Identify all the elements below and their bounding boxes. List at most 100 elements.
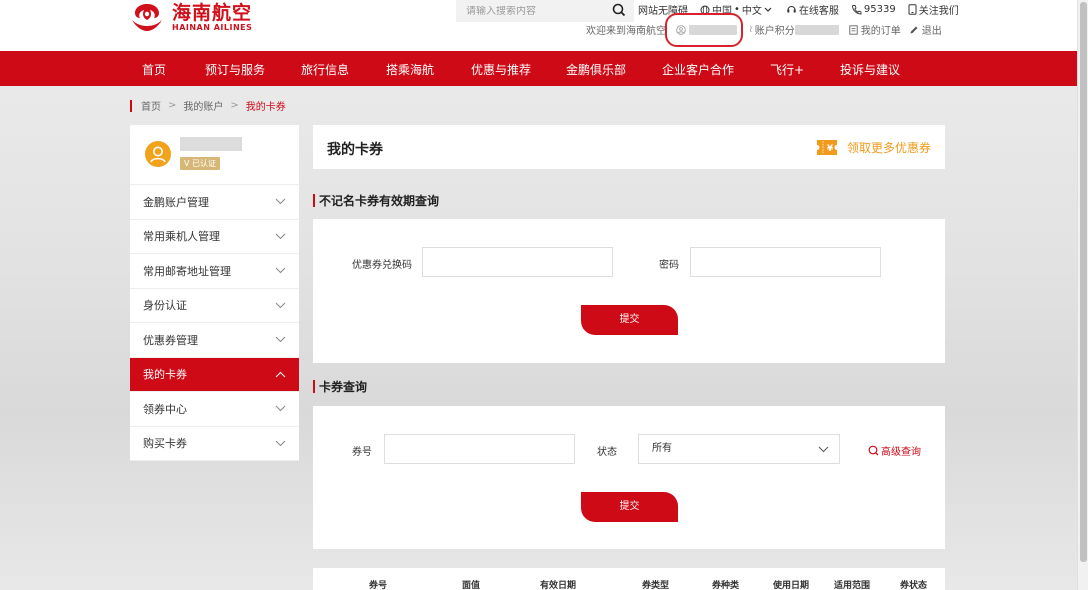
sidebar-item-coupon-center[interactable]: 领券中心 bbox=[130, 392, 299, 427]
chevron-down-icon bbox=[275, 233, 286, 239]
follow-us-link[interactable]: 关注我们 bbox=[908, 2, 959, 17]
code-label: 优惠券兑换码 bbox=[352, 260, 412, 271]
coupon-query-section-title: 卡券查询 bbox=[313, 378, 367, 395]
scrollbar-thumb[interactable] bbox=[1080, 2, 1087, 562]
welcome-text: 欢迎来到海南航空 bbox=[586, 26, 666, 37]
nav-item-booking[interactable]: 预订与服务 bbox=[205, 61, 265, 78]
coupon-number-input[interactable] bbox=[384, 434, 575, 464]
top-header: 海南航空 HAINAN AILINES 网站无障碍 中国 • 中文 在线客服 9… bbox=[0, 0, 1077, 51]
password-input[interactable] bbox=[690, 247, 881, 277]
phone-link[interactable]: 95339 bbox=[851, 4, 896, 15]
main-nav: 首页 预订与服务 旅行信息 搭乘海航 优惠与推荐 金鹏俱乐部 企业客户合作 飞行… bbox=[0, 51, 1077, 86]
logo-title: 海南航空 bbox=[172, 2, 253, 24]
points-icon: ≀ bbox=[749, 24, 753, 35]
nav-item-complaints[interactable]: 投诉与建议 bbox=[840, 61, 900, 78]
column-header-face-value: 面值 bbox=[462, 581, 481, 590]
chevron-down-icon bbox=[275, 405, 286, 412]
sidebar-item-coupon-management[interactable]: 优惠券管理 bbox=[130, 323, 299, 358]
status-label: 状态 bbox=[597, 447, 617, 458]
coupon-icon: ¥ bbox=[816, 140, 837, 155]
logo[interactable]: 海南航空 HAINAN AILINES bbox=[128, 2, 252, 34]
column-header-number: 券号 bbox=[369, 581, 388, 590]
my-orders-link[interactable]: 我的订单 bbox=[849, 22, 901, 37]
chevron-down-icon bbox=[275, 198, 286, 205]
page-title: 我的卡券 bbox=[327, 142, 383, 158]
follow-us-label: 关注我们 bbox=[918, 6, 959, 17]
account-sidebar: V 已认证 金鹏账户管理 常用乘机人管理 常用邮寄地址管理 身份认证 优惠券管理… bbox=[130, 125, 299, 461]
chevron-down-icon bbox=[275, 302, 286, 308]
sidebar-item-addresses[interactable]: 常用邮寄地址管理 bbox=[130, 254, 299, 289]
anonymous-submit-button[interactable]: 提交 bbox=[581, 305, 678, 335]
chevron-down-icon bbox=[818, 446, 829, 453]
nav-item-fortune-wings-club[interactable]: 金鹏俱乐部 bbox=[566, 61, 626, 78]
verified-badge: V 已认证 bbox=[180, 157, 221, 170]
chevron-down-icon bbox=[764, 7, 772, 12]
account-bar: 欢迎来到海南航空 ≀ 账户积分 我的订单 退出 bbox=[586, 22, 942, 37]
query-submit-button[interactable]: 提交 bbox=[581, 492, 678, 522]
breadcrumb: 首页 > 我的账户 > 我的卡券 bbox=[130, 98, 286, 113]
pencil-icon bbox=[910, 26, 918, 33]
column-header-coupon-type: 券类型 bbox=[642, 581, 670, 590]
breadcrumb-separator: > bbox=[230, 100, 239, 111]
headset-icon bbox=[787, 6, 796, 13]
status-select[interactable]: 所有 bbox=[638, 434, 840, 464]
chevron-down-icon bbox=[275, 440, 286, 446]
sidebar-item-label: 身份认证 bbox=[143, 299, 187, 313]
mobile-icon bbox=[908, 4, 917, 15]
anonymous-coupon-section-title: 不记名卡券有效期查询 bbox=[313, 192, 439, 209]
column-header-use-date: 使用日期 bbox=[773, 581, 810, 590]
page-scrollbar[interactable] bbox=[1077, 0, 1088, 590]
nav-item-home[interactable]: 首页 bbox=[142, 61, 166, 78]
section-title-text: 不记名卡券有效期查询 bbox=[319, 194, 440, 208]
profile-card: V 已认证 bbox=[130, 125, 299, 185]
sidebar-item-buy-coupons[interactable]: 购买卡券 bbox=[130, 427, 299, 461]
phone-number: 95339 bbox=[863, 4, 896, 15]
sidebar-item-label: 金鹏账户管理 bbox=[143, 195, 209, 209]
avatar[interactable] bbox=[145, 141, 171, 167]
coupon-table-header: 券号 面值 有效日期 券类型 券种类 使用日期 适用范围 券状态 bbox=[313, 568, 945, 590]
breadcrumb-account[interactable]: 我的账户 bbox=[183, 98, 223, 113]
sidebar-item-label: 购买卡券 bbox=[143, 437, 187, 451]
column-header-status: 券状态 bbox=[900, 581, 928, 590]
search-icon[interactable] bbox=[612, 3, 626, 17]
points-link[interactable]: ≀ 账户积分 bbox=[749, 22, 839, 37]
user-avatar-icon bbox=[150, 146, 166, 163]
breadcrumb-current: 我的卡券 bbox=[245, 102, 286, 113]
online-service-label: 在线客服 bbox=[798, 6, 839, 17]
coupon-code-input[interactable] bbox=[422, 247, 613, 277]
points-redacted bbox=[794, 24, 839, 35]
nav-item-flying-hna[interactable]: 搭乘海航 bbox=[386, 61, 434, 78]
breadcrumb-home[interactable]: 首页 bbox=[141, 98, 161, 113]
sidebar-item-my-coupons[interactable]: 我的卡券 bbox=[130, 357, 299, 392]
breadcrumb-separator: > bbox=[168, 100, 177, 111]
advanced-search-link[interactable]: 高级查询 bbox=[868, 443, 921, 458]
sidebar-item-label: 领券中心 bbox=[143, 402, 187, 416]
order-icon bbox=[849, 24, 858, 35]
column-header-scope: 适用范围 bbox=[834, 581, 871, 590]
profile-name-redacted bbox=[180, 137, 242, 151]
get-more-coupons-link[interactable]: ¥ 领取更多优惠券 bbox=[816, 139, 931, 156]
nav-item-offers[interactable]: 优惠与推荐 bbox=[471, 61, 531, 78]
page-title-card: 我的卡券 ¥ 领取更多优惠券 bbox=[313, 125, 945, 169]
logout-link[interactable]: 退出 bbox=[909, 22, 942, 37]
chevron-down-icon bbox=[275, 267, 286, 274]
sidebar-item-label: 常用邮寄地址管理 bbox=[143, 264, 231, 278]
nav-item-fly-plus[interactable]: 飞行+ bbox=[770, 61, 804, 78]
coupon-query-form: 券号 状态 所有 高级查询 提交 bbox=[313, 406, 945, 549]
logo-subtitle: HAINAN AILINES bbox=[172, 23, 253, 32]
online-service-link[interactable]: 在线客服 bbox=[786, 2, 839, 17]
advanced-search-label: 高级查询 bbox=[881, 447, 921, 458]
nav-item-travel-info[interactable]: 旅行信息 bbox=[301, 61, 349, 78]
search-box bbox=[456, 0, 634, 22]
search-input[interactable] bbox=[466, 5, 606, 17]
nav-item-corporate[interactable]: 企业客户合作 bbox=[662, 61, 734, 78]
sidebar-item-identity[interactable]: 身份认证 bbox=[130, 289, 299, 323]
anonymous-coupon-form: 优惠券兑换码 密码 提交 bbox=[313, 219, 945, 363]
my-orders-label: 我的订单 bbox=[860, 26, 901, 37]
get-more-coupons-label: 领取更多优惠券 bbox=[846, 141, 931, 155]
coupon-icon-yen: ¥ bbox=[827, 144, 834, 154]
column-header-valid-date: 有效日期 bbox=[540, 581, 577, 590]
sidebar-item-account-management[interactable]: 金鹏账户管理 bbox=[130, 185, 299, 220]
sidebar-item-passengers[interactable]: 常用乘机人管理 bbox=[130, 220, 299, 254]
coupon-number-label: 券号 bbox=[352, 447, 372, 458]
